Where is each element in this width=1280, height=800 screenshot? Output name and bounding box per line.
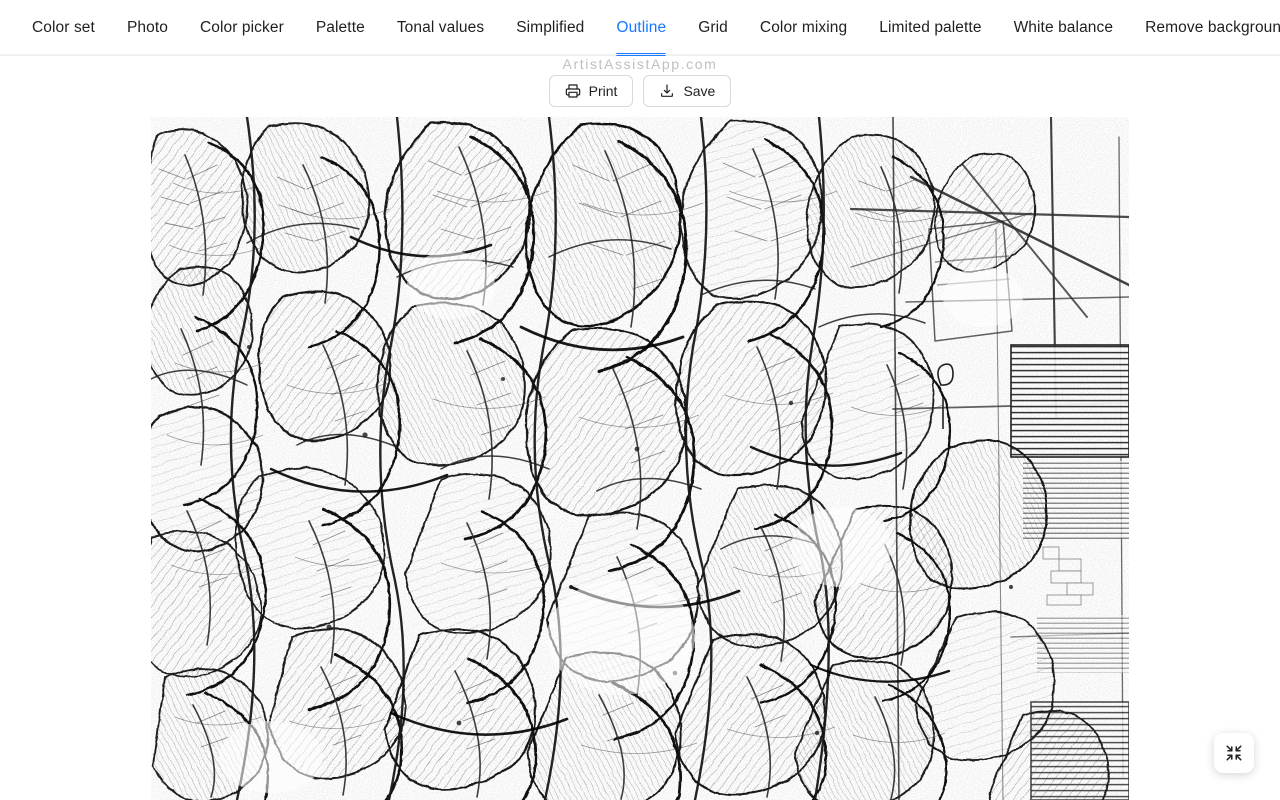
tab-tonal-values[interactable]: Tonal values [381,0,500,56]
save-button[interactable]: Save [643,75,732,107]
tab-label: Color picker [199,18,284,36]
tab-label: Grid [698,18,728,36]
tab-label: Color mixing [759,18,848,36]
tab-label: Outline [616,18,667,36]
tab-label: Simplified [516,18,585,36]
tab-remove-background[interactable]: Remove background [1129,0,1280,56]
tab-palette[interactable]: Palette [300,0,381,56]
printer-icon [565,83,581,99]
main-tab-bar: Color set Photo Color picker Palette Tonal v… [0,0,1280,56]
tab-label: Limited palette [879,18,982,36]
tab-label: Palette [315,18,365,36]
collapse-fullscreen-icon [1225,744,1243,762]
tab-photo[interactable]: Photo [111,0,184,56]
tab-grid[interactable]: Grid [682,0,744,56]
outline-sketch-image[interactable] [151,117,1129,800]
tab-label: Color set [32,18,95,36]
tab-label: Photo [126,18,168,36]
tab-label: Remove background [1145,18,1280,36]
tab-color-mixing[interactable]: Color mixing [744,0,863,56]
tab-limited-palette[interactable]: Limited palette [863,0,997,56]
app-root: Color set Photo Color picker Palette Tonal v… [0,0,1280,800]
tab-color-set[interactable]: Color set [16,0,111,56]
exit-fullscreen-button[interactable] [1214,733,1254,773]
image-actions-toolbar: Print Save [0,75,1280,107]
tab-label: Tonal values [396,18,485,36]
print-button[interactable]: Print [548,75,634,107]
download-icon [659,83,675,99]
tab-color-picker[interactable]: Color picker [184,0,300,56]
tab-white-balance[interactable]: White balance [998,0,1130,56]
print-button-label: Print [588,83,618,99]
tab-simplified[interactable]: Simplified [500,0,600,56]
image-viewer[interactable] [0,56,1280,800]
tab-outline[interactable]: Outline [600,0,682,56]
save-button-label: Save [683,83,716,99]
tab-label: White balance [1013,18,1114,36]
